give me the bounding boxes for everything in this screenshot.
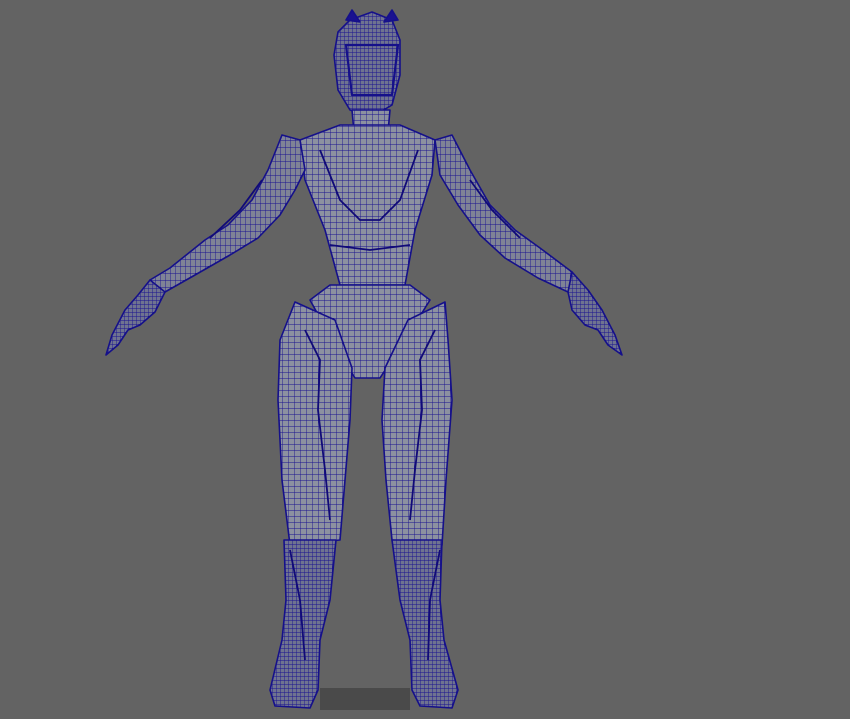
character-model[interactable] <box>0 0 850 719</box>
left-boot <box>269 539 337 709</box>
right-hand <box>567 271 623 356</box>
3d-viewport[interactable] <box>0 0 850 719</box>
left-hand <box>105 279 166 356</box>
torso <box>299 124 436 286</box>
left-arm <box>147 134 306 296</box>
right-boot <box>391 539 459 709</box>
left-thigh <box>277 301 353 546</box>
right-arm <box>434 134 583 293</box>
